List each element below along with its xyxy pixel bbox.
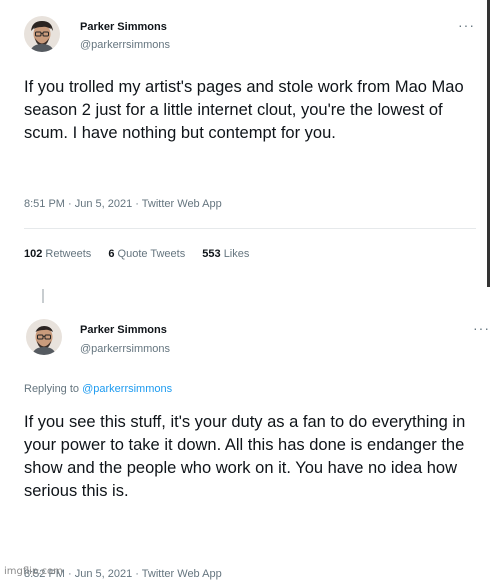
likes-stat[interactable]: 553 Likes	[202, 248, 249, 260]
tweet-card-2: Parker Simmons @parkerrsimmons ··· Reply…	[0, 287, 500, 580]
tweet-timestamp[interactable]: 8:51 PM · Jun 5, 2021 · Twitter Web App	[24, 198, 222, 210]
likes-count: 553	[202, 248, 221, 260]
retweets-count: 102	[24, 248, 43, 260]
retweets-label: Retweets	[45, 248, 92, 260]
author-name[interactable]: Parker Simmons	[80, 21, 167, 33]
tweet-stats: 102 Retweets 6 Quote Tweets 553 Likes	[24, 248, 263, 260]
avatar-icon	[26, 319, 62, 355]
quote-tweets-label: Quote Tweets	[117, 248, 186, 260]
author-name[interactable]: Parker Simmons	[80, 324, 167, 336]
tweet-text: If you see this stuff, it's your duty as…	[24, 413, 466, 500]
replying-to-mention[interactable]: @parkerrsimmons	[82, 383, 172, 395]
divider	[24, 228, 476, 229]
thread-line	[42, 289, 44, 303]
replying-to: Replying to @parkerrsimmons	[24, 383, 172, 395]
retweets-stat[interactable]: 102 Retweets	[24, 248, 91, 260]
quote-tweets-count: 6	[108, 248, 115, 260]
author-handle[interactable]: @parkerrsimmons	[80, 343, 170, 355]
tweet-text: If you trolled my artist's pages and sto…	[24, 78, 464, 142]
likes-label: Likes	[223, 248, 250, 260]
watermark: imgflip.com	[4, 566, 63, 577]
avatar[interactable]	[24, 16, 60, 52]
avatar-icon	[24, 16, 60, 52]
tweet-card-1: Parker Simmons @parkerrsimmons ··· If yo…	[0, 0, 490, 288]
more-horizontal-icon[interactable]: ···	[458, 18, 475, 32]
replying-to-label: Replying to	[24, 383, 80, 395]
avatar[interactable]	[26, 319, 62, 355]
more-horizontal-icon[interactable]: ···	[473, 321, 490, 335]
author-handle[interactable]: @parkerrsimmons	[80, 39, 170, 51]
quote-tweets-stat[interactable]: 6 Quote Tweets	[108, 248, 185, 260]
